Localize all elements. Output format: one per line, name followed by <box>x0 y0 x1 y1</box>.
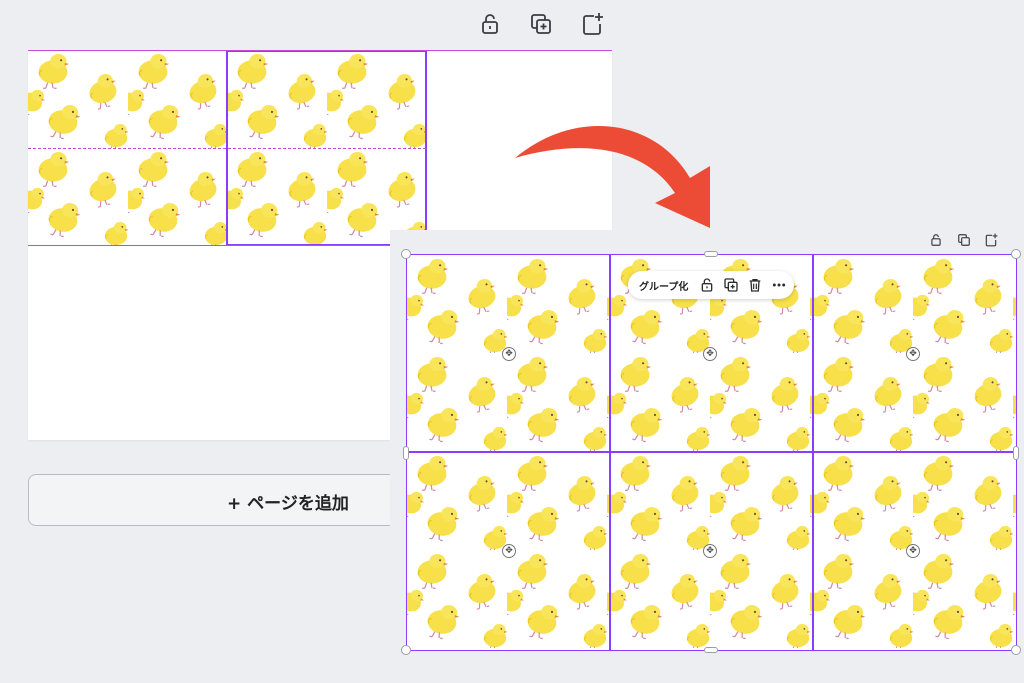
unlock-icon[interactable] <box>929 233 943 247</box>
resize-handle-top-left[interactable] <box>401 249 411 259</box>
selection-toolbar: グループ化 <box>628 271 794 299</box>
group-button[interactable]: グループ化 <box>639 278 688 293</box>
add-page-label: + ページを追加 <box>227 494 349 514</box>
guide-line-center <box>28 148 426 149</box>
resize-handle-top-right[interactable] <box>1011 249 1021 259</box>
trash-icon[interactable] <box>747 277 763 293</box>
add-page-button[interactable]: + ページを追加 <box>28 474 448 526</box>
guide-line-top <box>28 50 612 51</box>
resize-handle-top[interactable] <box>704 251 718 257</box>
resize-handle-left[interactable] <box>403 446 409 460</box>
move-handle-icon[interactable]: ✥ <box>906 544 920 558</box>
selection-frame[interactable] <box>406 254 1017 651</box>
add-page-icon[interactable] <box>984 233 998 247</box>
add-page-icon[interactable] <box>580 12 604 36</box>
guide-line-bottom <box>28 245 426 246</box>
move-handle-icon[interactable]: ✥ <box>906 347 920 361</box>
move-handle-icon[interactable]: ✥ <box>703 544 717 558</box>
move-handle-icon[interactable]: ✥ <box>502 347 516 361</box>
move-handle-icon[interactable]: ✥ <box>502 544 516 558</box>
more-icon[interactable] <box>771 277 787 293</box>
unlock-icon[interactable] <box>478 12 502 36</box>
resize-handle-bottom[interactable] <box>704 647 718 653</box>
duplicate-icon[interactable] <box>957 233 971 247</box>
duplicate-icon[interactable] <box>723 277 739 293</box>
duplicate-icon[interactable] <box>529 12 553 36</box>
curved-arrow-icon <box>505 118 735 248</box>
resize-handle-bottom-right[interactable] <box>1011 645 1021 655</box>
unlock-icon[interactable] <box>699 277 715 293</box>
move-handle-icon[interactable]: ✥ <box>703 347 717 361</box>
resize-handle-right[interactable] <box>1013 446 1019 460</box>
resize-handle-bottom-left[interactable] <box>401 645 411 655</box>
